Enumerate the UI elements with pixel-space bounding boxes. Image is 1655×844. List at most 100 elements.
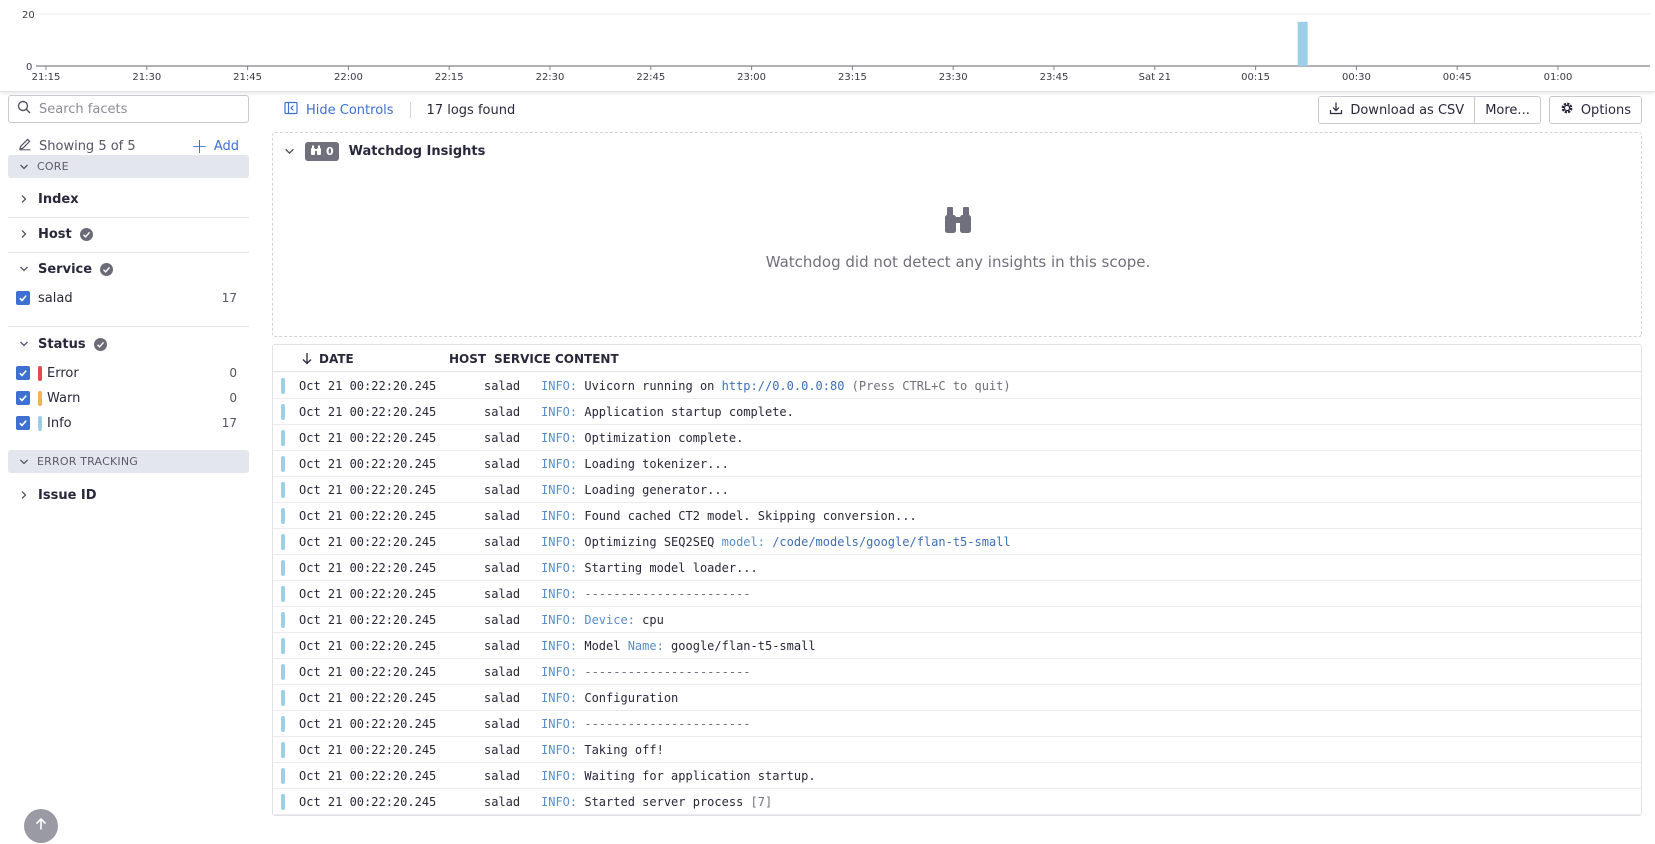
log-date: Oct 21 00:22:20.245 bbox=[299, 535, 437, 549]
facet-host[interactable]: Host bbox=[8, 221, 249, 247]
pencil-icon bbox=[18, 137, 32, 155]
x-tick-label: 23:45 bbox=[1040, 72, 1069, 83]
log-content: INFO: Application startup complete. bbox=[541, 405, 794, 419]
log-row[interactable]: Oct 21 00:22:20.245 salad INFO: Taking off… bbox=[273, 737, 1641, 763]
chevron-down-icon bbox=[18, 263, 30, 275]
column-content[interactable]: CONTENT bbox=[555, 352, 619, 366]
checkbox-checked[interactable] bbox=[16, 366, 30, 380]
checkbox-checked[interactable] bbox=[16, 291, 30, 305]
log-service: salad bbox=[484, 613, 521, 627]
log-date: Oct 21 00:22:20.245 bbox=[299, 613, 437, 627]
status-value-error[interactable]: Error 0 bbox=[8, 361, 249, 385]
log-row[interactable]: Oct 21 00:22:20.245 salad INFO: Loading ge… bbox=[273, 477, 1641, 503]
status-indicator-info bbox=[281, 638, 285, 654]
options-button-group: Options bbox=[1548, 96, 1642, 124]
log-level: INFO: bbox=[541, 405, 578, 419]
log-row[interactable]: Oct 21 00:22:20.245 salad INFO: Applicatio… bbox=[273, 399, 1641, 425]
status-value-warn[interactable]: Warn 0 bbox=[8, 386, 249, 410]
log-date: Oct 21 00:22:20.245 bbox=[299, 795, 437, 809]
log-row[interactable]: Oct 21 00:22:20.245 salad INFO: Configurat… bbox=[273, 685, 1641, 711]
log-row[interactable]: Oct 21 00:22:20.245 salad INFO: Started se… bbox=[273, 789, 1641, 815]
log-service: salad bbox=[484, 795, 521, 809]
section-error-tracking[interactable]: ERROR TRACKING bbox=[8, 450, 249, 473]
checkbox-checked[interactable] bbox=[16, 416, 30, 430]
log-attribute-key[interactable]: model: bbox=[722, 535, 765, 549]
section-core[interactable]: CORE bbox=[8, 155, 249, 178]
more-label: More... bbox=[1485, 102, 1530, 118]
log-date: Oct 21 00:22:20.245 bbox=[299, 717, 437, 731]
log-text: Loading generator... bbox=[577, 483, 729, 497]
divider bbox=[8, 252, 249, 253]
verified-icon bbox=[79, 227, 93, 241]
facet-index[interactable]: Index bbox=[8, 186, 249, 212]
facet-issue-id[interactable]: Issue ID bbox=[8, 482, 249, 508]
log-row[interactable]: Oct 21 00:22:20.245 salad INFO: Uvicorn ru… bbox=[273, 373, 1641, 399]
log-service: salad bbox=[484, 405, 521, 419]
log-attribute-value[interactable]: /code/models/google/flan-t5-small bbox=[765, 535, 1010, 549]
log-row[interactable]: Oct 21 00:22:20.245 salad INFO: ----------… bbox=[273, 581, 1641, 607]
log-level: INFO: bbox=[541, 769, 578, 783]
log-text: google/flan-t5-small bbox=[663, 639, 816, 653]
status-indicator-info bbox=[281, 404, 285, 420]
log-level: INFO: bbox=[541, 509, 578, 523]
timeline-histogram[interactable]: 20 0 21:15 21:30 21:45 22:00 22:15 22:30 22:45 23… bbox=[0, 0, 1655, 92]
log-level: INFO: bbox=[541, 535, 578, 549]
log-service: salad bbox=[484, 691, 521, 705]
edit-facets[interactable]: Showing 5 of 5 bbox=[18, 137, 136, 155]
x-tick-label: 21:30 bbox=[132, 72, 161, 83]
status-indicator-info bbox=[281, 586, 285, 602]
sort-arrow-down-icon[interactable] bbox=[301, 352, 313, 368]
facet-status[interactable]: Status bbox=[8, 331, 249, 357]
add-facet-button[interactable]: + Add bbox=[191, 136, 239, 156]
section-error-tracking-label: ERROR TRACKING bbox=[37, 455, 138, 468]
log-row[interactable]: Oct 21 00:22:20.245 salad INFO: Model Name… bbox=[273, 633, 1641, 659]
log-content: INFO: Found cached CT2 model. Skipping c… bbox=[541, 509, 917, 523]
x-tick-label: 00:30 bbox=[1342, 72, 1371, 83]
log-row[interactable]: Oct 21 00:22:20.245 salad INFO: Found cach… bbox=[273, 503, 1641, 529]
chevron-down-icon[interactable] bbox=[283, 146, 295, 158]
checkbox-checked[interactable] bbox=[16, 391, 30, 405]
scroll-to-top-button[interactable] bbox=[24, 809, 58, 843]
more-button[interactable]: More... bbox=[1474, 97, 1540, 123]
log-attribute-key[interactable]: Device: bbox=[584, 613, 635, 627]
hide-controls-button[interactable]: Hide Controls bbox=[272, 101, 394, 119]
facet-service[interactable]: Service bbox=[8, 256, 249, 282]
download-csv-button[interactable]: Download as CSV bbox=[1319, 97, 1475, 123]
watchdog-header[interactable]: 0 Watchdog Insights bbox=[283, 142, 485, 161]
log-level: INFO: bbox=[541, 639, 578, 653]
log-text: ----------------------- bbox=[577, 587, 751, 601]
log-level: INFO: bbox=[541, 587, 578, 601]
options-button[interactable]: Options bbox=[1549, 97, 1641, 123]
search-icon bbox=[17, 100, 31, 118]
status-indicator-info bbox=[281, 430, 285, 446]
log-attribute-value[interactable]: http://0.0.0.0:80 bbox=[722, 379, 845, 393]
facet-value-salad[interactable]: salad 17 bbox=[8, 286, 249, 310]
log-row[interactable]: Oct 21 00:22:20.245 salad INFO: ----------… bbox=[273, 659, 1641, 685]
column-date[interactable]: DATE bbox=[319, 352, 354, 366]
status-value-info[interactable]: Info 17 bbox=[8, 411, 249, 435]
x-tick-label: 00:45 bbox=[1443, 72, 1472, 83]
status-indicator-info bbox=[281, 690, 285, 706]
log-level: INFO: bbox=[541, 379, 578, 393]
log-date: Oct 21 00:22:20.245 bbox=[299, 561, 437, 575]
log-row[interactable]: Oct 21 00:22:20.245 salad INFO: Starting m… bbox=[273, 555, 1641, 581]
log-text: Waiting for application startup. bbox=[577, 769, 816, 783]
log-row[interactable]: Oct 21 00:22:20.245 salad INFO: ----------… bbox=[273, 711, 1641, 737]
showing-label: Showing 5 of 5 bbox=[39, 138, 136, 154]
log-row[interactable]: Oct 21 00:22:20.245 salad INFO: Device: cp… bbox=[273, 607, 1641, 633]
log-row[interactable]: Oct 21 00:22:20.245 salad INFO: Loading to… bbox=[273, 451, 1641, 477]
log-level: INFO: bbox=[541, 665, 578, 679]
log-text: Optimizing SEQ2SEQ bbox=[577, 535, 722, 549]
log-row[interactable]: Oct 21 00:22:20.245 salad INFO: Optimizati… bbox=[273, 425, 1641, 451]
facet-search-box[interactable] bbox=[8, 95, 249, 123]
gear-icon bbox=[1560, 101, 1574, 119]
log-attribute-key[interactable]: Name: bbox=[628, 639, 664, 653]
column-service[interactable]: SERVICE bbox=[494, 352, 551, 366]
log-row[interactable]: Oct 21 00:22:20.245 salad INFO: Optimizing… bbox=[273, 529, 1641, 555]
status-value-label: Error bbox=[47, 365, 79, 381]
status-indicator-info bbox=[281, 508, 285, 524]
log-row[interactable]: Oct 21 00:22:20.245 salad INFO: Waiting fo… bbox=[273, 763, 1641, 789]
column-host[interactable]: HOST bbox=[449, 352, 486, 366]
log-text: Uvicorn running on bbox=[577, 379, 722, 393]
search-facets-input[interactable] bbox=[39, 101, 239, 117]
